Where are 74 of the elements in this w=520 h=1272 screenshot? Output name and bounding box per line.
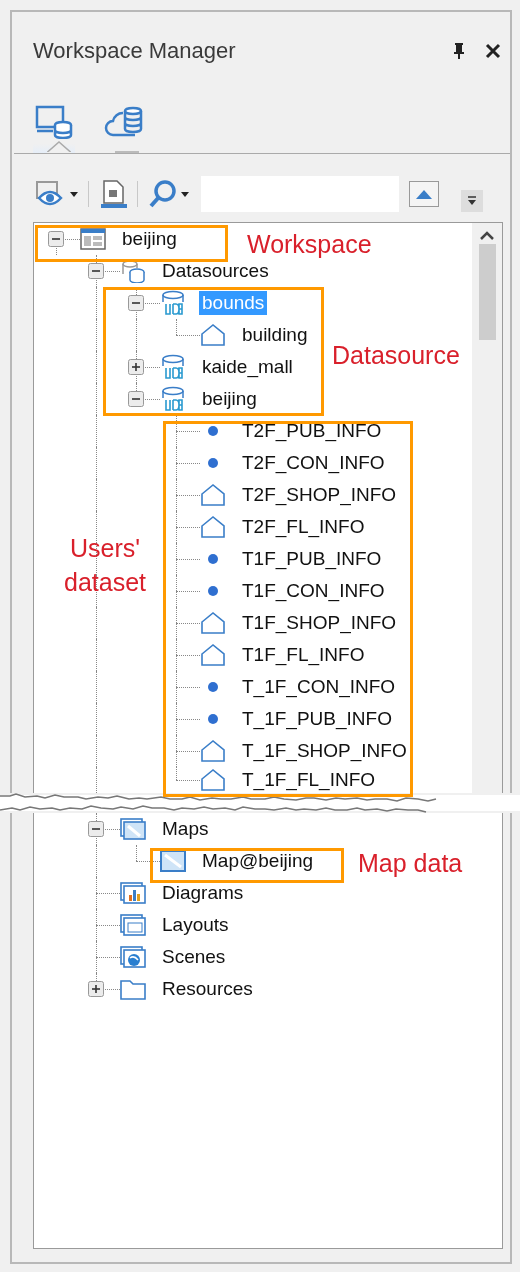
database-icon: [160, 354, 186, 380]
tree-item[interactable]: T1F_CON_INFO: [239, 579, 388, 603]
dot-icon: [207, 585, 219, 597]
dot-icon: [207, 553, 219, 565]
expander-toggle[interactable]: [88, 821, 104, 837]
tree-item[interactable]: Map@beijing: [199, 849, 317, 873]
tree-item[interactable]: T_1F_SHOP_INFO: [239, 739, 410, 763]
tree-item[interactable]: Resources: [159, 977, 256, 1001]
tree-item[interactable]: Maps: [159, 817, 212, 841]
folder-icon: [119, 977, 147, 1001]
expander-toggle[interactable]: [128, 391, 144, 407]
polygon-icon: [199, 611, 227, 635]
tree-item[interactable]: kaide_mall: [199, 355, 296, 379]
caret-icon: [181, 191, 189, 197]
tree-item[interactable]: T1F_SHOP_INFO: [239, 611, 400, 635]
expander-toggle[interactable]: [128, 359, 144, 375]
expander-toggle[interactable]: [48, 231, 64, 247]
database-icon: [120, 259, 146, 283]
polygon-icon: [199, 739, 227, 763]
database-icon: [160, 386, 186, 412]
search-icon: [148, 179, 178, 209]
close-icon: [485, 43, 501, 59]
chart-icon: [119, 881, 147, 905]
database-icon: [160, 290, 186, 316]
document-icon: [99, 179, 127, 209]
tree-item[interactable]: building: [239, 323, 311, 347]
previous-button[interactable]: [409, 181, 439, 207]
tree-item[interactable]: T1F_PUB_INFO: [239, 547, 385, 571]
panel-title: Workspace Manager: [33, 38, 237, 64]
callout-label: Users' dataset: [63, 533, 147, 598]
callout-label: Workspace: [247, 229, 372, 260]
tree-item[interactable]: T1F_FL_INFO: [239, 643, 368, 667]
expander-toggle[interactable]: [88, 981, 104, 997]
tree-item[interactable]: T2F_SHOP_INFO: [239, 483, 400, 507]
dot-icon: [207, 681, 219, 693]
pin-icon: [453, 42, 465, 60]
computer-database-icon: [35, 104, 73, 139]
dot-icon: [207, 713, 219, 725]
chevron-up-icon: [480, 231, 494, 240]
tree-item[interactable]: Diagrams: [159, 881, 247, 905]
scrollbar[interactable]: [472, 223, 502, 793]
overflow-button[interactable]: [461, 190, 483, 212]
dot-icon: [207, 425, 219, 437]
tree-item[interactable]: beijing: [199, 387, 260, 411]
tree-item[interactable]: T_1F_PUB_INFO: [239, 707, 395, 731]
globe-icon: [119, 945, 147, 969]
overflow-icon: [467, 196, 477, 206]
callout-label: Map data: [358, 848, 463, 879]
layout-icon: [119, 913, 147, 937]
map-icon: [119, 817, 147, 841]
polygon-icon: [199, 483, 227, 507]
polygon-icon: [199, 323, 227, 347]
tree-item[interactable]: T_1F_CON_INFO: [239, 675, 399, 699]
tree-item[interactable]: Layouts: [159, 913, 232, 937]
map-icon: [160, 850, 186, 872]
tree-item[interactable]: beijing: [119, 227, 180, 251]
callout-label: Datasource: [332, 340, 460, 371]
tree-item[interactable]: T2F_PUB_INFO: [239, 419, 385, 443]
window-icon: [80, 228, 106, 250]
tree-item[interactable]: Datasources: [159, 259, 272, 283]
pin-button[interactable]: [451, 40, 467, 62]
up-triangle-icon: [416, 189, 432, 199]
tree-item[interactable]: Scenes: [159, 945, 229, 969]
tree-item[interactable]: T2F_FL_INFO: [239, 515, 368, 539]
tree-item[interactable]: T2F_CON_INFO: [239, 451, 388, 475]
scroll-thumb[interactable]: [478, 244, 496, 340]
polygon-icon: [199, 643, 227, 667]
polygon-icon: [199, 515, 227, 539]
expander-toggle[interactable]: [128, 295, 144, 311]
expander-toggle[interactable]: [88, 263, 104, 279]
tree-item[interactable]: T_1F_FL_INFO: [239, 768, 379, 792]
close-button[interactable]: [483, 41, 503, 61]
caret-icon: [70, 191, 78, 197]
dot-icon: [207, 457, 219, 469]
